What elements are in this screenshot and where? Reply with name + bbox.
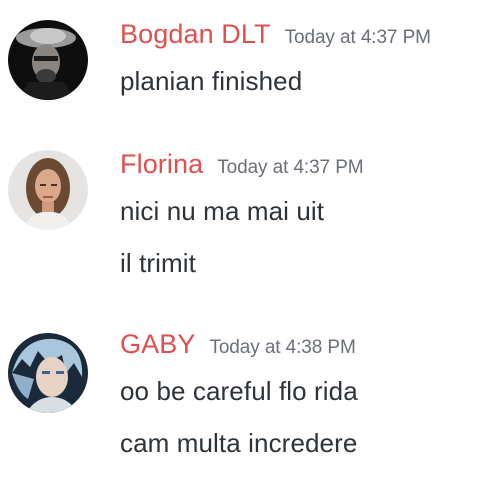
user-avatar[interactable] [8,333,88,413]
message-text: nici nu ma mai uit [120,196,325,226]
timestamp: Today at 4:37 PM [284,27,431,48]
user-avatar[interactable] [8,20,88,100]
message-text: cam multa incredere [120,428,358,458]
message-group: Bogdan DLT Today at 4:37 PM planian finis… [0,0,488,130]
message-group: GABY Today at 4:38 PM oo be careful flo r… [0,310,488,490]
timestamp: Today at 4:38 PM [209,337,356,358]
timestamp: Today at 4:37 PM [217,157,364,178]
username[interactable]: Bogdan DLT [120,19,271,49]
avatar-image-florina [8,150,88,230]
username[interactable]: GABY [120,329,195,359]
message-text: oo be careful flo rida [120,376,358,406]
avatar-image-gaby [8,333,88,413]
username[interactable]: Florina [120,149,203,179]
message-text: il trimit [120,248,196,278]
user-avatar[interactable] [8,150,88,230]
message-text: planian finished [120,66,303,96]
avatar-image-bogdan [8,20,88,100]
message-group: Florina Today at 4:37 PM nici nu ma mai u… [0,130,488,310]
